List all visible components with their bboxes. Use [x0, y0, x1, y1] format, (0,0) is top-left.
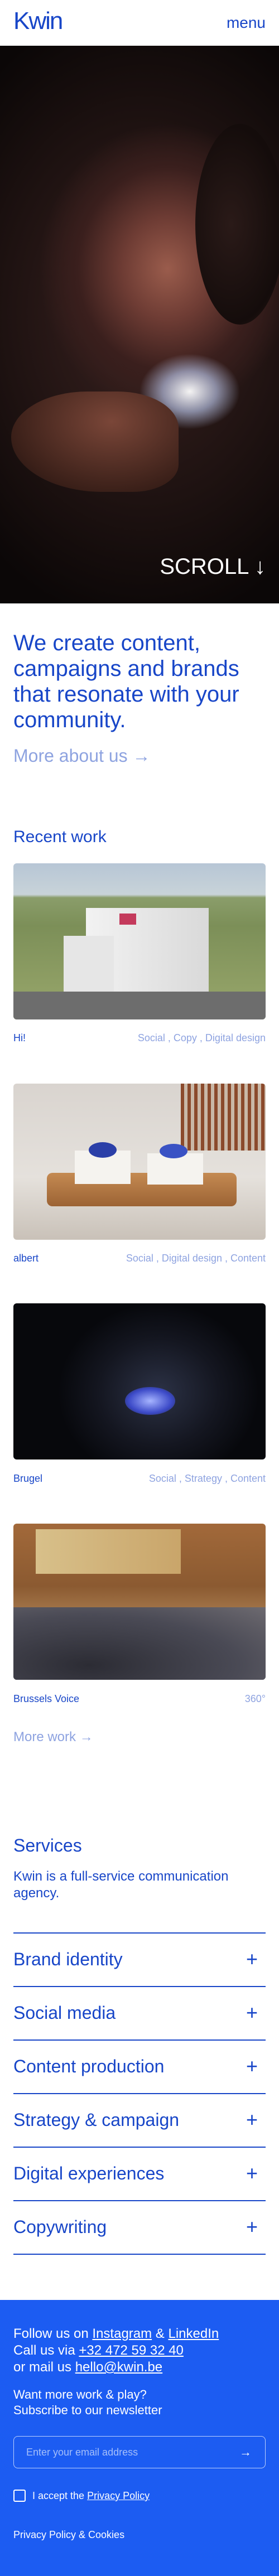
service-label: Digital experiences: [13, 2163, 165, 2183]
service-item-social-media[interactable]: Social media +: [13, 1986, 266, 2039]
email-link[interactable]: hello@kwin.be: [75, 2360, 162, 2375]
mail-prefix: or mail us: [13, 2360, 72, 2375]
service-label: Content production: [13, 2056, 165, 2076]
work-tags: 360°: [244, 1693, 266, 1704]
instagram-link[interactable]: Instagram: [92, 2326, 152, 2341]
privacy-accept-label: I accept the Privacy Policy: [32, 2490, 150, 2502]
kwin-logo[interactable]: Kwin: [13, 8, 63, 35]
work-tags: Social , Strategy , Content: [148, 1473, 266, 1484]
privacy-policy-link[interactable]: Privacy Policy: [87, 2490, 150, 2501]
service-label: Strategy & campaign: [13, 2110, 180, 2130]
plus-icon[interactable]: +: [246, 2002, 258, 2024]
services-divider: [13, 2254, 266, 2255]
plus-icon[interactable]: +: [246, 2055, 258, 2077]
newsletter-heading: Want more work & play? Subscribe to our …: [13, 2387, 266, 2418]
newsletter-form: →: [13, 2436, 266, 2468]
plus-icon[interactable]: +: [246, 2109, 258, 2131]
road-shape: [13, 992, 266, 1019]
plus-icon[interactable]: +: [246, 2216, 258, 2238]
hero-arm-shape: [11, 392, 179, 492]
services-description: Kwin is a full-service communication age…: [13, 1869, 229, 1901]
work-image-hi[interactable]: [13, 863, 266, 1019]
flower-shape: [160, 1144, 187, 1158]
site-header: Kwin menu: [0, 0, 279, 46]
more-work-link[interactable]: More work →: [13, 1729, 93, 1746]
more-about-us-link[interactable]: More about us →: [13, 745, 150, 767]
privacy-checkbox[interactable]: [13, 2490, 26, 2502]
work-image-brugel[interactable]: [13, 1303, 266, 1459]
service-item-brand-identity[interactable]: Brand identity +: [13, 1932, 266, 1986]
wall-pattern: [181, 1084, 266, 1151]
work-image-brussels-voice[interactable]: [13, 1524, 266, 1680]
service-item-content-production[interactable]: Content production +: [13, 2039, 266, 2093]
building-shape: [64, 936, 114, 997]
hero-image: SCROLL ↓: [0, 46, 279, 603]
flower-shape: [89, 1142, 117, 1158]
submit-arrow-icon[interactable]: →: [239, 2444, 252, 2460]
plus-icon[interactable]: +: [246, 2162, 258, 2184]
screen-shape: [36, 1529, 181, 1574]
work-name[interactable]: albert: [13, 1252, 39, 1264]
site-footer: Follow us on Instagram & LinkedIn Call u…: [0, 2300, 279, 2576]
service-item-copywriting[interactable]: Copywriting +: [13, 2200, 266, 2254]
service-label: Copywriting: [13, 2217, 107, 2237]
service-item-digital-experiences[interactable]: Digital experiences +: [13, 2147, 266, 2200]
phone-link[interactable]: +32 472 59 32 40: [79, 2343, 184, 2358]
service-label: Brand identity: [13, 1949, 123, 1969]
privacy-cookies-link[interactable]: Privacy Policy & Cookies: [13, 2529, 124, 2541]
ampersand: &: [155, 2326, 165, 2341]
plus-icon[interactable]: +: [246, 1948, 258, 1970]
hero-hair-shape: [195, 124, 279, 325]
service-label: Social media: [13, 2003, 116, 2023]
contact-block: Follow us on Instagram & LinkedIn Call u…: [13, 2326, 266, 2376]
work-name[interactable]: Hi!: [13, 1032, 26, 1044]
intro-headline: We create content, campaigns and brands …: [13, 631, 239, 732]
call-prefix: Call us via: [13, 2343, 75, 2358]
newsletter-line: Subscribe to our newsletter: [13, 2403, 162, 2417]
work-image-albert[interactable]: [13, 1084, 266, 1240]
scroll-indicator[interactable]: SCROLL ↓: [160, 553, 266, 580]
follow-prefix: Follow us on: [13, 2326, 89, 2341]
work-name[interactable]: Brugel: [13, 1472, 42, 1485]
screen-glow: [125, 1387, 175, 1415]
work-tags: Social , Copy , Digital design: [137, 1032, 266, 1043]
menu-button[interactable]: menu: [227, 13, 266, 32]
work-name[interactable]: Brussels Voice: [13, 1693, 79, 1705]
newsletter-line: Want more work & play?: [13, 2387, 147, 2401]
services-title: Services: [13, 1835, 82, 1855]
accept-prefix: I accept the: [32, 2490, 85, 2501]
recent-work-title: Recent work: [13, 828, 107, 846]
linkedin-link[interactable]: LinkedIn: [168, 2326, 219, 2341]
service-item-strategy-campaign[interactable]: Strategy & campaign +: [13, 2093, 266, 2147]
banner-shape: [119, 914, 136, 925]
email-input[interactable]: [26, 2444, 227, 2460]
work-tags: Social , Digital design , Content: [126, 1253, 266, 1264]
audience-shape: [13, 1607, 266, 1680]
